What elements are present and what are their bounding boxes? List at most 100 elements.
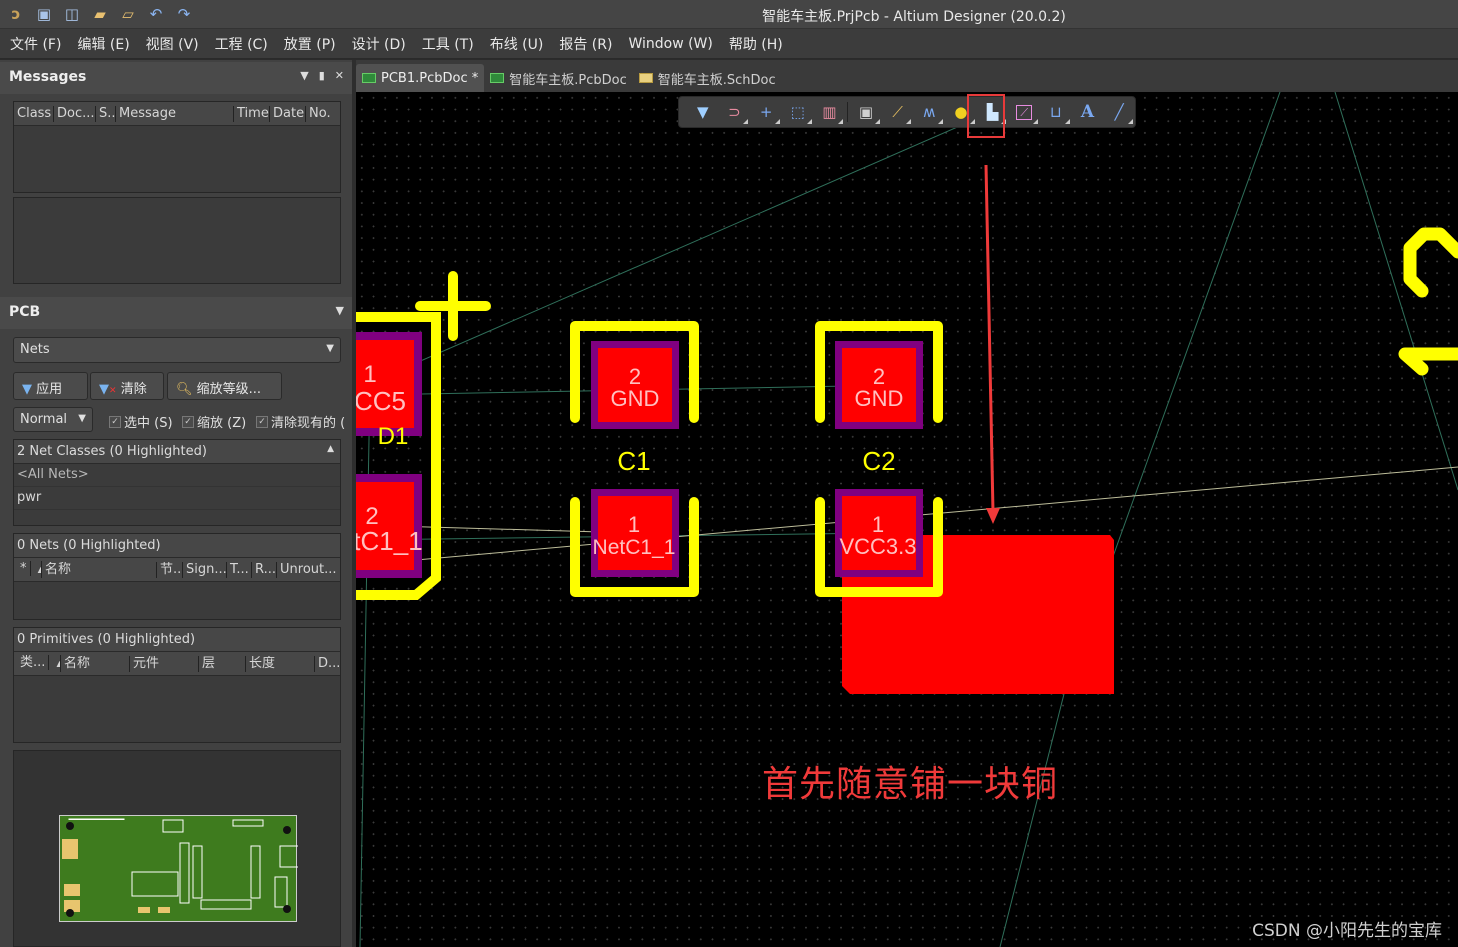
col-class[interactable]: Class [14,105,54,122]
zoom-level-label: 缩放等级... [196,382,262,397]
string-text-icon: A [1080,102,1095,122]
col-unrouted[interactable]: Unrout... [277,562,337,578]
minimap-header [274,876,288,908]
dimension-tool[interactable]: ⊔ [1040,97,1072,127]
menu-file[interactable]: 文件 (F) [10,34,61,54]
keepout-icon: ⟋ [1016,104,1033,120]
keepout-tool[interactable]: ⟋ [1008,97,1040,127]
pad-net-name: NetC1_1 [593,536,676,559]
clear-filter-icon: ▼✕ [99,382,117,397]
nets-title: 0 Nets (0 Highlighted) [14,534,340,558]
dropdown-corner-icon [774,119,780,124]
col-name[interactable]: 名称 [42,561,157,578]
menu-help[interactable]: 帮助 (H) [729,34,783,54]
menu-project[interactable]: 工程 (C) [215,34,268,54]
clear-label: 清除 [120,382,147,397]
panel-menu-icon[interactable]: ▼ [336,304,344,317]
messages-table: Class Doc... S... Message Time Date No. [13,101,341,193]
tab-mainboard-pcb[interactable]: 智能车主板.PcbDoc [484,64,632,92]
menu-window[interactable]: Window (W) [628,36,712,52]
col-message[interactable]: Message [116,105,234,122]
zoom-checkbox[interactable]: ✓ 缩放 (Z) [182,412,246,431]
minimap-mounting-hole [66,909,74,917]
col-no[interactable]: No. [306,106,336,122]
component-tool[interactable]: ▣ [850,97,882,127]
annotation-highlight-box [967,94,1005,138]
minimap-pad [138,907,150,913]
sort-up-icon: ▲ [54,659,60,668]
col-name[interactable]: 名称 [61,655,130,672]
pin-icon[interactable]: ▮ [319,69,325,82]
pcb-drawing[interactable]: 1 CC5 D1 2 tC1_1 2 GND C1 1 NetC1_1 2 GN [356,92,1458,947]
col-length[interactable]: 长度 [246,655,315,672]
primitives-columns: 类... ▲ 名称 元件 层 长度 D... [14,652,340,676]
pcb-canvas[interactable]: 1 CC5 D1 2 tC1_1 2 GND C1 1 NetC1_1 2 GN [356,92,1458,947]
align-tool[interactable]: ▥ [814,97,846,127]
col-layer[interactable]: 层 [199,655,246,672]
minimap-silk [279,845,304,868]
col-component[interactable]: 元件 [130,655,199,672]
list-item[interactable]: pwr [14,487,340,510]
minimap-header [200,899,252,910]
col-t[interactable]: T... [227,561,252,578]
annotation-arrow [984,164,995,513]
move-tool[interactable]: + [750,97,782,127]
minimap-pad [158,907,170,913]
select-tool[interactable]: ⬚ [782,97,814,127]
select-checkbox[interactable]: ✓ 选中 (S) [109,412,173,431]
menu-reports[interactable]: 报告 (R) [559,34,612,54]
snap-tool[interactable]: ⊃ [719,97,751,127]
tab-mainboard-sch[interactable]: 智能车主板.SchDoc [633,64,782,92]
tab-label: 智能车主板.PcbDoc [509,72,627,88]
title-bar: ↄ ▣ ◫ ▰ ▱ ↶ ↷ 智能车主板.PrjPcb - Altium Desi… [0,0,1458,29]
apply-button[interactable]: ▼ 应用 [13,372,88,400]
diff-pair-tool[interactable]: ʍ [913,97,945,127]
net-classes-list: 2 Net Classes (0 Highlighted) ▲ <All Net… [13,439,341,526]
ratsnest-line [999,689,1066,947]
mask-mode-select[interactable]: Normal ▼ [13,407,93,432]
minimap-header [179,842,190,904]
list-item[interactable]: <All Nets> [14,464,340,487]
line-tool[interactable]: ╱ [1103,97,1135,127]
zoom-level-button[interactable]: 🔍︎ 缩放等级... [167,372,282,400]
panel-menu-icon[interactable]: ▼ [300,69,308,82]
menu-place[interactable]: 放置 (P) [284,34,336,54]
sort-up-icon[interactable]: ▲ [327,444,334,454]
col-d[interactable]: D... [315,656,340,672]
col-source[interactable]: S... [96,105,116,122]
pcb-mode-select[interactable]: Nets ▼ [13,337,341,363]
close-icon[interactable]: ✕ [335,69,344,82]
menu-route[interactable]: 布线 (U) [490,34,544,54]
ratsnest-line [1334,92,1458,491]
chevron-down-icon: ▼ [78,413,86,424]
select-rect-icon: ⬚ [790,103,805,121]
clear-existing-checkbox[interactable]: ✓ 清除现有的 ( [256,412,352,431]
checkbox-check-icon: ✓ [109,415,121,428]
col-r[interactable]: R... [252,561,277,578]
minimap-mounting-hole [283,905,291,913]
checkbox-check-icon: ✓ [256,415,268,428]
filter-tool[interactable]: ▼ [687,97,719,127]
annotation-arrowhead [986,508,1000,524]
col-nodes[interactable]: 节.. [157,561,183,578]
route-tool[interactable]: ⟋ [882,97,914,127]
diff-pair-icon: ʍ [923,103,936,121]
col-date[interactable]: Date [270,105,306,122]
menu-design[interactable]: 设计 (D) [352,34,406,54]
col-doc[interactable]: Doc... [54,105,96,122]
designator-c1: C1 [617,446,650,476]
menu-view[interactable]: 视图 (V) [146,34,199,54]
clear-button[interactable]: ▼✕ 清除 [90,372,164,400]
text-tool[interactable]: A [1072,97,1104,127]
menu-tools[interactable]: 工具 (T) [422,34,474,54]
menu-edit[interactable]: 编辑 (E) [77,34,129,54]
col-time[interactable]: Time [234,105,270,122]
board-minimap[interactable] [59,815,304,922]
tab-pcb1[interactable]: PCB1.PcbDoc * [356,64,485,92]
active-bar-toolbar: ▼ ⊃ + ⬚ ▥ ▣ ⟋ ʍ ● ▙ ⟋ ⊔ A ╱ [678,96,1136,128]
col-type[interactable]: 类... ▲ [14,655,61,672]
messages-panel-header: Messages ▼ ▮ ✕ [0,62,352,94]
chevron-down-icon: ▼ [326,343,334,354]
col-star[interactable]: * ▲ [14,561,42,578]
col-signal[interactable]: Sign... [183,561,227,578]
